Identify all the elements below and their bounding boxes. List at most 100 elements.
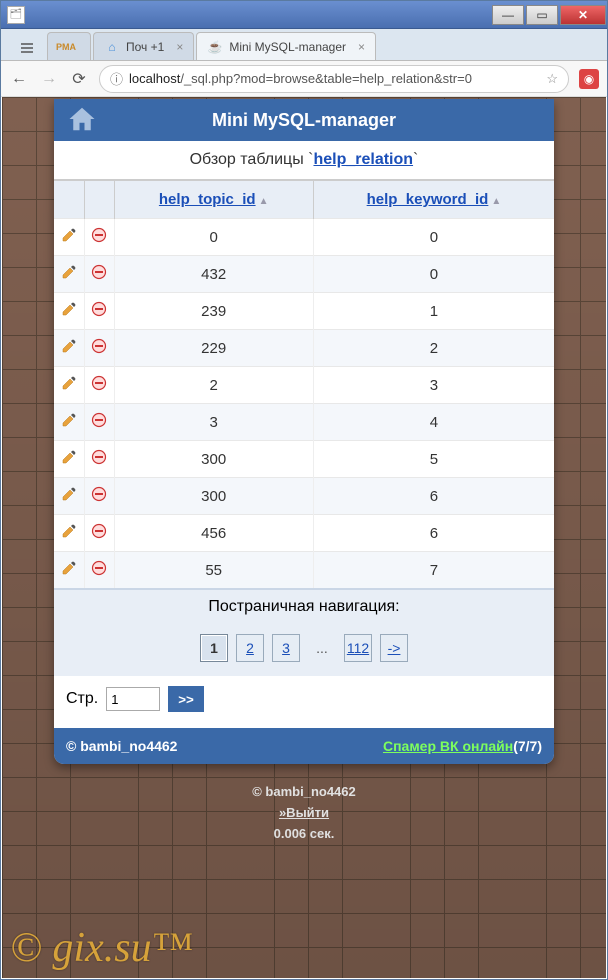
edit-icon[interactable] — [60, 560, 78, 578]
cell-keyword: 4 — [313, 404, 554, 441]
bookmark-star-icon[interactable]: ☆ — [546, 71, 558, 87]
browser-toolbar: ← → ⟳ ⓘ localhost/_sql.php?mod=browse&ta… — [1, 61, 607, 97]
footer-copyright: © bambi_no4462 — [2, 782, 606, 803]
sort-icon: ▲ — [491, 196, 501, 207]
home-icon[interactable] — [64, 99, 100, 139]
pagination-page-button[interactable]: 3 — [272, 634, 300, 662]
browser-tab-active[interactable]: ☕ Mini MySQL-manager × — [196, 32, 376, 60]
app-header: Mini MySQL-manager — [54, 99, 554, 141]
browser-menu-icon[interactable] — [13, 36, 41, 60]
pagination-page-button[interactable]: 112 — [344, 634, 372, 662]
table-row: 3006 — [54, 478, 554, 515]
browser-tab[interactable]: PMA — [47, 32, 91, 60]
delete-icon[interactable] — [90, 264, 108, 282]
page-input[interactable] — [106, 687, 160, 711]
spam-count: (7/7) — [513, 738, 542, 754]
close-icon[interactable]: × — [176, 40, 183, 54]
extension-icon[interactable]: ◉ — [579, 69, 599, 89]
table-row: 34 — [54, 404, 554, 441]
cup-icon: ☕ — [207, 39, 223, 55]
delete-icon[interactable] — [90, 301, 108, 319]
url-bar[interactable]: ⓘ localhost/_sql.php?mod=browse&table=he… — [99, 65, 569, 93]
nav-back-button[interactable]: ← — [9, 69, 29, 89]
cell-topic: 239 — [114, 293, 313, 330]
table-row: 4566 — [54, 515, 554, 552]
app-footer: © bambi_no4462 Спамер ВК онлайн(7/7) — [54, 728, 554, 764]
pagination-ellipsis: ... — [308, 634, 336, 662]
home-icon: ⌂ — [104, 39, 120, 55]
window-minimize-button[interactable]: — — [492, 5, 524, 25]
spam-link[interactable]: Спамер ВК онлайн — [383, 738, 513, 754]
delete-icon[interactable] — [90, 227, 108, 245]
browser-tabstrip: PMA ⌂ Поч +1 × ☕ Mini MySQL-manager × — [1, 29, 607, 61]
logout-link[interactable]: »Выйти — [279, 805, 329, 820]
delete-icon[interactable] — [90, 375, 108, 393]
cell-keyword: 6 — [313, 478, 554, 515]
data-table: help_topic_id▲ help_keyword_id▲ 00432023… — [54, 180, 554, 588]
cell-keyword: 3 — [313, 367, 554, 404]
close-icon[interactable]: × — [358, 40, 365, 54]
table-row: 3005 — [54, 441, 554, 478]
tab-label: Поч +1 — [126, 40, 164, 54]
page-jump-row: Стр. >> — [54, 676, 554, 728]
table-row: 23 — [54, 367, 554, 404]
cell-topic: 0 — [114, 219, 313, 256]
window-close-button[interactable]: ✕ — [560, 5, 606, 25]
sort-icon: ▲ — [259, 196, 269, 207]
app-title: Mini MySQL-manager — [212, 110, 396, 131]
cell-topic: 55 — [114, 552, 313, 589]
nav-reload-button[interactable]: ⟳ — [69, 69, 89, 89]
edit-icon[interactable] — [60, 449, 78, 467]
table-row: 4320 — [54, 256, 554, 293]
window-maximize-button[interactable]: ▭ — [526, 5, 558, 25]
pagination-title: Постраничная навигация: — [54, 588, 554, 624]
tab-label: Mini MySQL-manager — [229, 40, 346, 54]
cell-keyword: 2 — [313, 330, 554, 367]
browser-tab[interactable]: ⌂ Поч +1 × — [93, 32, 194, 60]
pagination-page-current[interactable]: 1 — [200, 634, 228, 662]
pagination-page-button[interactable]: 2 — [236, 634, 264, 662]
cell-topic: 3 — [114, 404, 313, 441]
timing-text: 0.006 сек. — [2, 824, 606, 845]
cell-topic: 229 — [114, 330, 313, 367]
app-card: Mini MySQL-manager Обзор таблицы `help_r… — [54, 99, 554, 764]
page-go-button[interactable]: >> — [168, 686, 204, 712]
url-text: localhost/_sql.php?mod=browse&table=help… — [129, 71, 540, 86]
delete-icon[interactable] — [90, 412, 108, 430]
delete-column-header — [84, 181, 114, 219]
pagination-next-button[interactable]: -> — [380, 634, 408, 662]
column-header[interactable]: help_topic_id▲ — [114, 181, 313, 219]
pma-icon: PMA — [58, 39, 74, 55]
delete-icon[interactable] — [90, 338, 108, 356]
delete-icon[interactable] — [90, 486, 108, 504]
cell-keyword: 6 — [313, 515, 554, 552]
cell-keyword: 0 — [313, 256, 554, 293]
edit-icon[interactable] — [60, 227, 78, 245]
delete-icon[interactable] — [90, 449, 108, 467]
page-footer: © bambi_no4462 »Выйти 0.006 сек. — [2, 782, 606, 844]
delete-icon[interactable] — [90, 523, 108, 541]
edit-icon[interactable] — [60, 486, 78, 504]
delete-icon[interactable] — [90, 560, 108, 578]
cell-keyword: 0 — [313, 219, 554, 256]
cell-topic: 432 — [114, 256, 313, 293]
table-name-link[interactable]: help_relation — [313, 151, 413, 168]
table-row: 2391 — [54, 293, 554, 330]
site-info-icon[interactable]: ⓘ — [110, 69, 123, 88]
edit-icon[interactable] — [60, 338, 78, 356]
edit-icon[interactable] — [60, 301, 78, 319]
edit-icon[interactable] — [60, 523, 78, 541]
column-header[interactable]: help_keyword_id▲ — [313, 181, 554, 219]
page-label: Стр. — [66, 690, 98, 708]
edit-icon[interactable] — [60, 412, 78, 430]
table-row: 557 — [54, 552, 554, 589]
table-overview-title: Обзор таблицы `help_relation` — [54, 141, 554, 180]
pagination-row: 123... 112 -> — [54, 624, 554, 676]
cell-topic: 300 — [114, 478, 313, 515]
table-row: 00 — [54, 219, 554, 256]
nav-forward-button[interactable]: → — [39, 69, 59, 89]
footer-copyright: © bambi_no4462 — [66, 738, 177, 754]
edit-icon[interactable] — [60, 375, 78, 393]
cell-topic: 456 — [114, 515, 313, 552]
edit-icon[interactable] — [60, 264, 78, 282]
